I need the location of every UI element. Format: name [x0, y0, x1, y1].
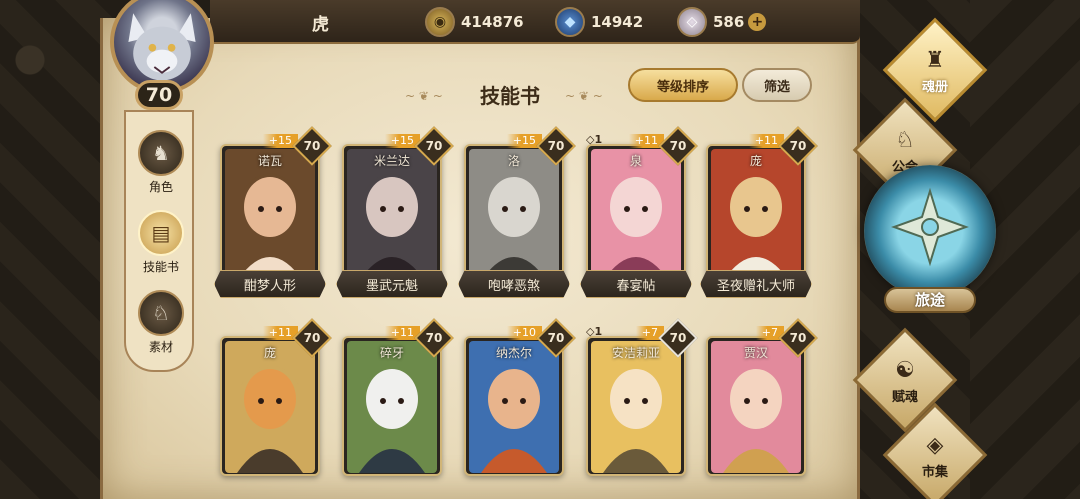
nav-materials-label: 素材: [148, 340, 173, 354]
crystal-currency: ◆ 14942: [555, 7, 644, 37]
soul-book-icon: ♜: [925, 48, 945, 73]
skill-name-banner: 圣夜赠礼大师: [700, 270, 812, 298]
add-gem-button[interactable]: +: [748, 13, 767, 31]
skill-book-card[interactable]: 泉 ◇1 +11 70 春宴帖: [580, 126, 698, 298]
gem-icon: ◇: [677, 7, 707, 37]
journey-label: 旅途: [884, 287, 976, 313]
player-name: 虎: [312, 15, 329, 35]
skill-name-banner: 墨武元魁: [336, 270, 448, 298]
card-level: 70: [303, 331, 321, 345]
left-nav: ♞ 角色 ▤ 技能书 ♘ 素材: [124, 110, 194, 372]
swirl-icon: ☯: [895, 358, 915, 383]
filter-button[interactable]: 筛选: [742, 68, 812, 102]
card-level: 70: [547, 331, 565, 345]
wolf-avatar-icon: [128, 13, 196, 81]
skill-book-icon: ▤: [138, 210, 184, 256]
journey-button[interactable]: 旅途: [864, 165, 996, 315]
skill-name-banner: 咆哮恶煞: [458, 270, 570, 298]
skill-book-card[interactable]: 纳杰尔 +10 70: [464, 318, 576, 476]
nav-role-label: 角色: [148, 180, 173, 194]
skill-book-card[interactable]: 贾汉 +7 70: [706, 318, 818, 476]
gem-amount: 586: [713, 13, 745, 31]
card-level: 70: [789, 331, 807, 345]
card-level: 70: [669, 331, 687, 345]
title-flourish-left: ~ ❦ ~: [405, 89, 443, 103]
journey-ring: [864, 165, 996, 297]
card-level: 70: [425, 139, 443, 153]
blue-crystal-icon: ◆: [555, 7, 585, 37]
skill-book-card[interactable]: 碎牙 +11 70: [342, 318, 454, 476]
market-label: 市集: [921, 464, 948, 480]
crystal-amount: 14942: [591, 13, 644, 31]
nav-role[interactable]: ♞ 角色: [131, 130, 191, 195]
gold-currency: ◉ 414876: [425, 7, 524, 37]
nav-skill-book[interactable]: ▤ 技能书: [131, 210, 191, 275]
card-level: 70: [669, 139, 687, 153]
crystal-market-icon: ◈: [926, 433, 944, 458]
player-level-badge: 70: [135, 80, 183, 110]
helmet-icon: ♞: [138, 130, 184, 176]
skill-book-card[interactable]: 洛 +15 70 咆哮恶煞: [458, 126, 576, 298]
talent-soul-label: 赋魂: [891, 389, 918, 405]
nav-skill-book-label: 技能书: [142, 260, 179, 274]
gold-coin-icon: ◉: [425, 7, 455, 37]
skill-name-banner: 酣梦人形: [214, 270, 326, 298]
skill-book-card[interactable]: 安洁莉亚 ◇1 +7 70: [586, 318, 698, 476]
skill-book-card[interactable]: 米兰达 +15 70 墨武元魁: [336, 126, 454, 298]
card-level: 70: [303, 139, 321, 153]
nav-materials[interactable]: ♘ 素材: [131, 290, 191, 355]
title-flourish-right: ~ ❦ ~: [565, 89, 603, 103]
soul-book-label: 魂册: [921, 79, 948, 95]
skill-name-banner: 春宴帖: [580, 270, 692, 298]
gold-amount: 414876: [461, 13, 524, 31]
market-button[interactable]: ◈ 市集: [880, 402, 990, 499]
card-level: 70: [789, 139, 807, 153]
card-level: 70: [425, 331, 443, 345]
rank-badge: ◇1: [586, 133, 603, 146]
journey-emblem-icon: [891, 187, 969, 267]
skill-book-card[interactable]: 庞 +11 70: [220, 318, 332, 476]
page-title: 技能书: [480, 84, 540, 108]
rank-badge: ◇1: [586, 325, 603, 338]
skill-book-card[interactable]: 诺瓦 +15 70 酣梦人形: [214, 126, 332, 298]
sort-by-level-button[interactable]: 等级排序: [628, 68, 738, 102]
beast-head-icon: ♘: [138, 290, 184, 336]
skill-book-card[interactable]: 庞 +11 70 圣夜赠礼大师: [700, 126, 818, 298]
card-level: 70: [547, 139, 565, 153]
guild-wolf-icon: ♘: [895, 128, 915, 153]
gem-currency: ◇ 586 +: [677, 7, 767, 37]
